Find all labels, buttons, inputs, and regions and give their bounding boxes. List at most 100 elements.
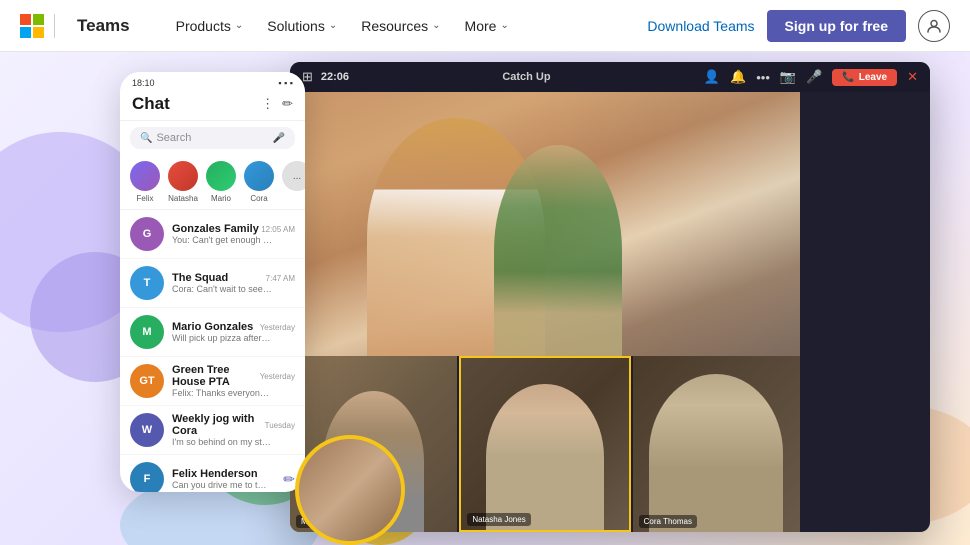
main-nav: Products ⌄ Solutions ⌄ Resources ⌄ More … <box>166 12 648 40</box>
chat-info: Gonzales Family 12:05 AM You: Can't get … <box>172 223 295 245</box>
chevron-down-icon: ⌄ <box>329 20 337 31</box>
chat-preview: Cora: Can't wait to see everyone! <box>172 284 272 294</box>
list-item[interactable]: GT Green Tree House PTA Yesterday Felix:… <box>120 357 305 406</box>
chat-avatar: GT <box>130 364 164 398</box>
phone-chat-header: Chat ⋮ ✏ <box>120 90 305 121</box>
chat-avatar: M <box>130 315 164 349</box>
chat-name: Weekly jog with Cora <box>172 413 265 437</box>
phone-time: 18:10 <box>132 78 155 88</box>
avatar-felix-label: Felix <box>137 194 154 203</box>
list-item[interactable]: F Felix Henderson Can you drive me to th… <box>120 455 305 492</box>
chat-time: 12:05 AM <box>261 225 295 234</box>
chat-avatar: W <box>130 413 164 447</box>
chat-info: The Squad 7:47 AM Cora: Can't wait to se… <box>172 272 295 294</box>
phone-avatars-row: Felix Natasha Mario Cora ... <box>120 155 305 210</box>
phone-header-icons: ⋮ ✏ <box>261 96 293 112</box>
nav-solutions[interactable]: Solutions ⌄ <box>257 12 347 40</box>
list-item[interactable]: G Gonzales Family 12:05 AM You: Can't ge… <box>120 210 305 259</box>
chat-preview: Felix: Thanks everyone for attending... <box>172 388 272 398</box>
chevron-down-icon: ⌄ <box>235 20 243 31</box>
chat-name-row: Gonzales Family 12:05 AM <box>172 223 295 235</box>
titlebar-time: 22:06 <box>321 71 349 83</box>
close-icon[interactable]: ✕ <box>907 69 918 85</box>
list-item[interactable]: M Mario Gonzales Yesterday Will pick up … <box>120 308 305 357</box>
phone-chat-title: Chat <box>132 94 170 114</box>
chat-name: Green Tree House PTA <box>172 364 260 388</box>
leave-label: Leave <box>859 72 887 83</box>
search-placeholder: Search <box>156 132 191 144</box>
chat-preview: Can you drive me to the PTA today <box>172 480 271 490</box>
search-icon: 🔍 <box>140 133 152 144</box>
people-icon[interactable]: 👤 <box>704 69 720 85</box>
avatar-natasha-label: Natasha <box>168 194 198 203</box>
chat-name: Mario Gonzales <box>172 321 253 333</box>
chat-name: Gonzales Family <box>172 223 259 235</box>
chat-name: The Squad <box>172 272 228 284</box>
grid-icon: ⊞ <box>302 69 313 85</box>
list-item[interactable]: W Weekly jog with Cora Tuesday I'm so be… <box>120 406 305 455</box>
chat-avatar: F <box>130 462 164 492</box>
video-name-natasha: Natasha Jones <box>467 513 530 526</box>
dots-icon[interactable]: ••• <box>756 70 770 85</box>
camera-icon[interactable]: 📷 <box>780 69 796 85</box>
nav-products-label: Products <box>176 18 231 34</box>
chat-avatar: T <box>130 266 164 300</box>
chat-title-text: Chat <box>132 94 170 114</box>
phone-status-bar: 18:10 ▪ ▪ ▪ <box>120 72 305 90</box>
chat-time: 7:47 AM <box>266 274 295 283</box>
phone-search-bar[interactable]: 🔍 Search 🎤 <box>130 127 295 149</box>
chat-name: Felix Henderson <box>172 468 258 480</box>
mic-icon[interactable]: 🎤 <box>806 69 822 85</box>
chevron-down-icon: ⌄ <box>500 20 508 31</box>
avatar-mario[interactable]: Mario <box>206 161 236 203</box>
mic-icon: 🎤 <box>273 133 285 144</box>
chat-info: Mario Gonzales Yesterday Will pick up pi… <box>172 321 295 343</box>
chat-name-row: Green Tree House PTA Yesterday <box>172 364 295 388</box>
titlebar-left: ⊞ 22:06 <box>302 69 349 85</box>
header-divider <box>54 14 55 38</box>
leave-button[interactable]: 📞 Leave <box>832 69 897 86</box>
download-teams-link[interactable]: Download Teams <box>647 18 754 34</box>
chat-time: Yesterday <box>260 323 295 332</box>
signup-button[interactable]: Sign up for free <box>767 10 906 42</box>
bell-icon[interactable]: 🔔 <box>730 69 746 85</box>
chat-time: Yesterday <box>260 372 295 381</box>
chat-name-row: Felix Henderson <box>172 468 271 480</box>
chat-name-row: The Squad 7:47 AM <box>172 272 295 284</box>
meeting-title: Catch Up <box>502 71 550 83</box>
nav-resources-label: Resources <box>361 18 428 34</box>
nav-resources[interactable]: Resources ⌄ <box>351 12 450 40</box>
desktop-titlebar: ⊞ 22:06 Catch Up 👤 🔔 ••• 📷 🎤 📞 Leave ✕ <box>290 62 930 92</box>
hero-section: 18:10 ▪ ▪ ▪ Chat ⋮ ✏ 🔍 Search 🎤 Felix <box>0 52 970 545</box>
titlebar-controls: 👤 🔔 ••• 📷 🎤 📞 Leave ✕ <box>704 69 918 86</box>
chat-info: Felix Henderson Can you drive me to the … <box>172 468 271 490</box>
chat-name-row: Weekly jog with Cora Tuesday <box>172 413 295 437</box>
logo-group: Teams <box>20 14 150 38</box>
list-item[interactable]: T The Squad 7:47 AM Cora: Can't wait to … <box>120 259 305 308</box>
nav-products[interactable]: Products ⌄ <box>166 12 254 40</box>
account-icon[interactable] <box>918 10 950 42</box>
nav-solutions-label: Solutions <box>267 18 325 34</box>
chat-info: Weekly jog with Cora Tuesday I'm so behi… <box>172 413 295 447</box>
avatar-cora-label: Cora <box>250 194 267 203</box>
phone-hang-icon: 📞 <box>842 72 854 83</box>
nav-more[interactable]: More ⌄ <box>455 12 519 40</box>
header: Teams Products ⌄ Solutions ⌄ Resources ⌄… <box>0 0 970 52</box>
video-big <box>290 92 800 356</box>
phone-filter-icon[interactable]: ⋮ <box>261 96 274 112</box>
phone-compose-icon[interactable]: ✏ <box>282 96 293 112</box>
video-tile-cora: Cora Thomas <box>633 356 800 532</box>
compose-icon[interactable]: ✏ <box>283 471 295 488</box>
microsoft-logo <box>20 14 44 38</box>
avatar-natasha[interactable]: Natasha <box>168 161 198 203</box>
phone-mockup: 18:10 ▪ ▪ ▪ Chat ⋮ ✏ 🔍 Search 🎤 Felix <box>120 72 305 492</box>
avatar-more[interactable]: ... <box>282 161 305 203</box>
avatar-more-icon: ... <box>282 161 305 191</box>
avatar-cora[interactable]: Cora <box>244 161 274 203</box>
brand-name: Teams <box>77 16 130 36</box>
avatar-felix[interactable]: Felix <box>130 161 160 203</box>
chat-preview: You: Can't get enough of her! <box>172 235 272 245</box>
chat-name-row: Mario Gonzales Yesterday <box>172 321 295 333</box>
chat-info: Green Tree House PTA Yesterday Felix: Th… <box>172 364 295 398</box>
phone-status-icons: ▪ ▪ ▪ <box>278 78 293 88</box>
